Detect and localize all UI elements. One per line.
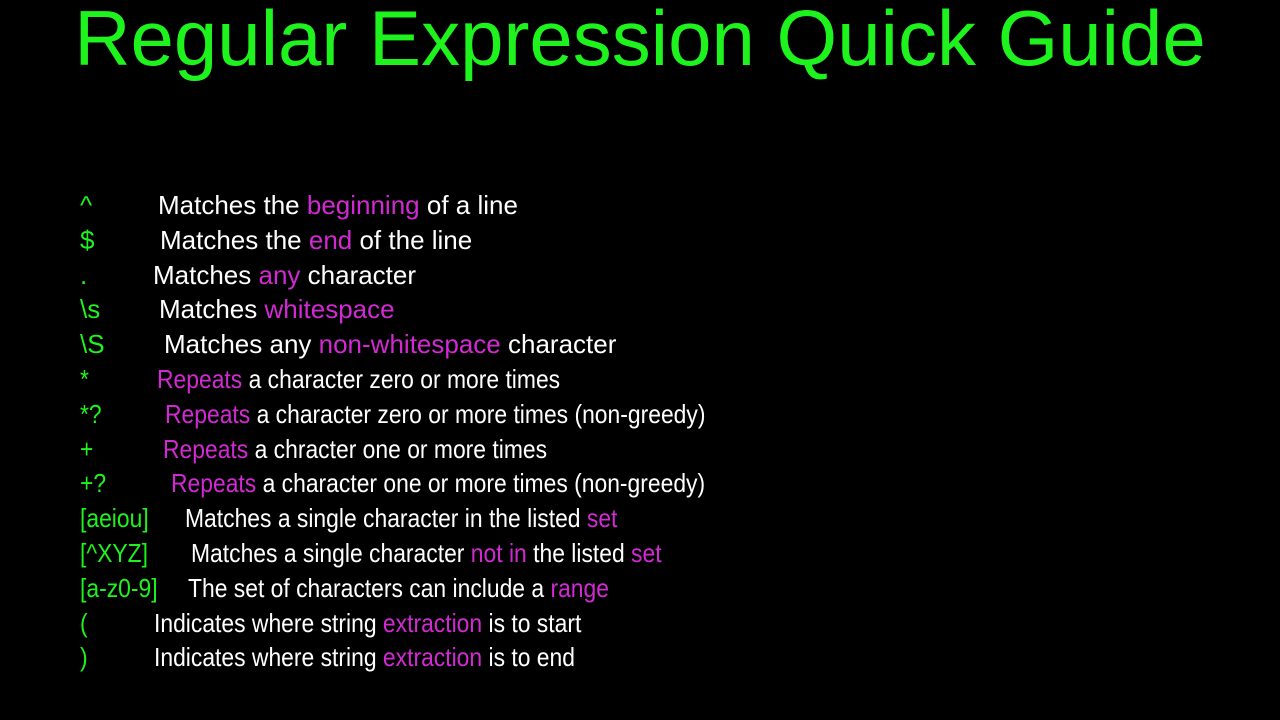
highlighted-term: range	[550, 572, 609, 603]
regex-symbol: .	[80, 259, 88, 290]
regex-description: Repeats a character zero or more times	[157, 362, 560, 397]
description-text: Indicates where string	[154, 607, 383, 638]
description-text: the listed	[526, 537, 632, 568]
description-text: Matches the	[160, 224, 309, 255]
description-text: a chracter one or more times	[248, 433, 548, 464]
description-text: is to start	[482, 607, 582, 638]
description-text: of a line	[419, 190, 518, 220]
regex-description: Repeats a character zero or more times (…	[165, 397, 705, 432]
highlighted-term: end	[308, 224, 353, 255]
highlighted-term: beginning	[306, 190, 420, 220]
highlighted-term: Repeats	[171, 468, 257, 499]
regex-symbol: $	[80, 224, 95, 255]
regex-symbol: [aeiou]	[80, 503, 149, 534]
description-text: a character zero or more times	[242, 363, 561, 394]
regex-symbol: *?	[80, 398, 102, 429]
highlighted-term: whitespace	[264, 294, 395, 325]
highlighted-term: extraction	[382, 607, 483, 638]
regex-symbol: +	[80, 433, 94, 464]
description-text: Matches any	[164, 329, 319, 360]
regex-symbol: (	[80, 607, 88, 638]
highlighted-term: Repeats	[163, 433, 249, 464]
highlighted-term: extraction	[382, 642, 483, 673]
description-text: Matches a single character	[191, 537, 471, 568]
regex-description: Matches a single character in the listed…	[185, 501, 617, 536]
regex-description: Repeats a chracter one or more times	[163, 432, 547, 467]
highlighted-term: non-whitespace	[318, 329, 501, 360]
description-text: Matches a single character in the listed	[185, 503, 587, 534]
slide-title: Regular Expression Quick Guide	[74, 0, 1206, 82]
highlighted-term: any	[258, 259, 301, 290]
description-text: a character one or more times (non-greed…	[256, 468, 706, 499]
regex-symbol: )	[80, 642, 88, 673]
regex-description: Matches the end of the line	[160, 223, 472, 258]
description-text: is to end	[482, 642, 575, 673]
description-text: character	[500, 329, 617, 360]
regex-description: Indicates where string extraction is to …	[154, 640, 575, 675]
regex-description: The set of characters can include a rang…	[188, 571, 609, 606]
regex-symbol: *	[80, 363, 89, 394]
description-text: Matches	[153, 259, 259, 290]
highlighted-term: set	[586, 503, 618, 534]
description-text: Indicates where string	[154, 642, 383, 673]
regex-symbol: +?	[80, 468, 107, 499]
regex-description: Matches any non-whitespace character	[164, 327, 616, 362]
regex-symbol: [^XYZ]	[80, 537, 148, 568]
description-text: The set of characters can include a	[188, 572, 551, 603]
regex-description: Repeats a character one or more times (n…	[171, 466, 705, 501]
regex-symbol: \S	[80, 329, 105, 360]
regex-symbol: \s	[80, 294, 101, 325]
highlighted-term: not in	[470, 537, 527, 568]
description-text: Matches the	[158, 190, 307, 220]
highlighted-term: Repeats	[157, 363, 243, 394]
highlighted-term: set	[631, 537, 662, 568]
regex-description: Indicates where string extraction is to …	[154, 606, 581, 641]
highlighted-term: Repeats	[165, 398, 251, 429]
regex-description: Matches any character	[153, 258, 416, 293]
description-text: Matches	[159, 294, 265, 325]
regex-description: Matches a single character not in the li…	[191, 536, 662, 571]
regex-description: Matches whitespace	[159, 292, 395, 327]
description-text: of the line	[352, 224, 473, 255]
description-text: a character zero or more times (non-gree…	[250, 398, 706, 429]
regex-symbol: ^	[80, 190, 93, 220]
description-text: character	[300, 259, 417, 290]
regex-description: Matches the beginning of a line	[158, 188, 518, 223]
regex-symbol: [a-z0-9]	[80, 572, 158, 603]
